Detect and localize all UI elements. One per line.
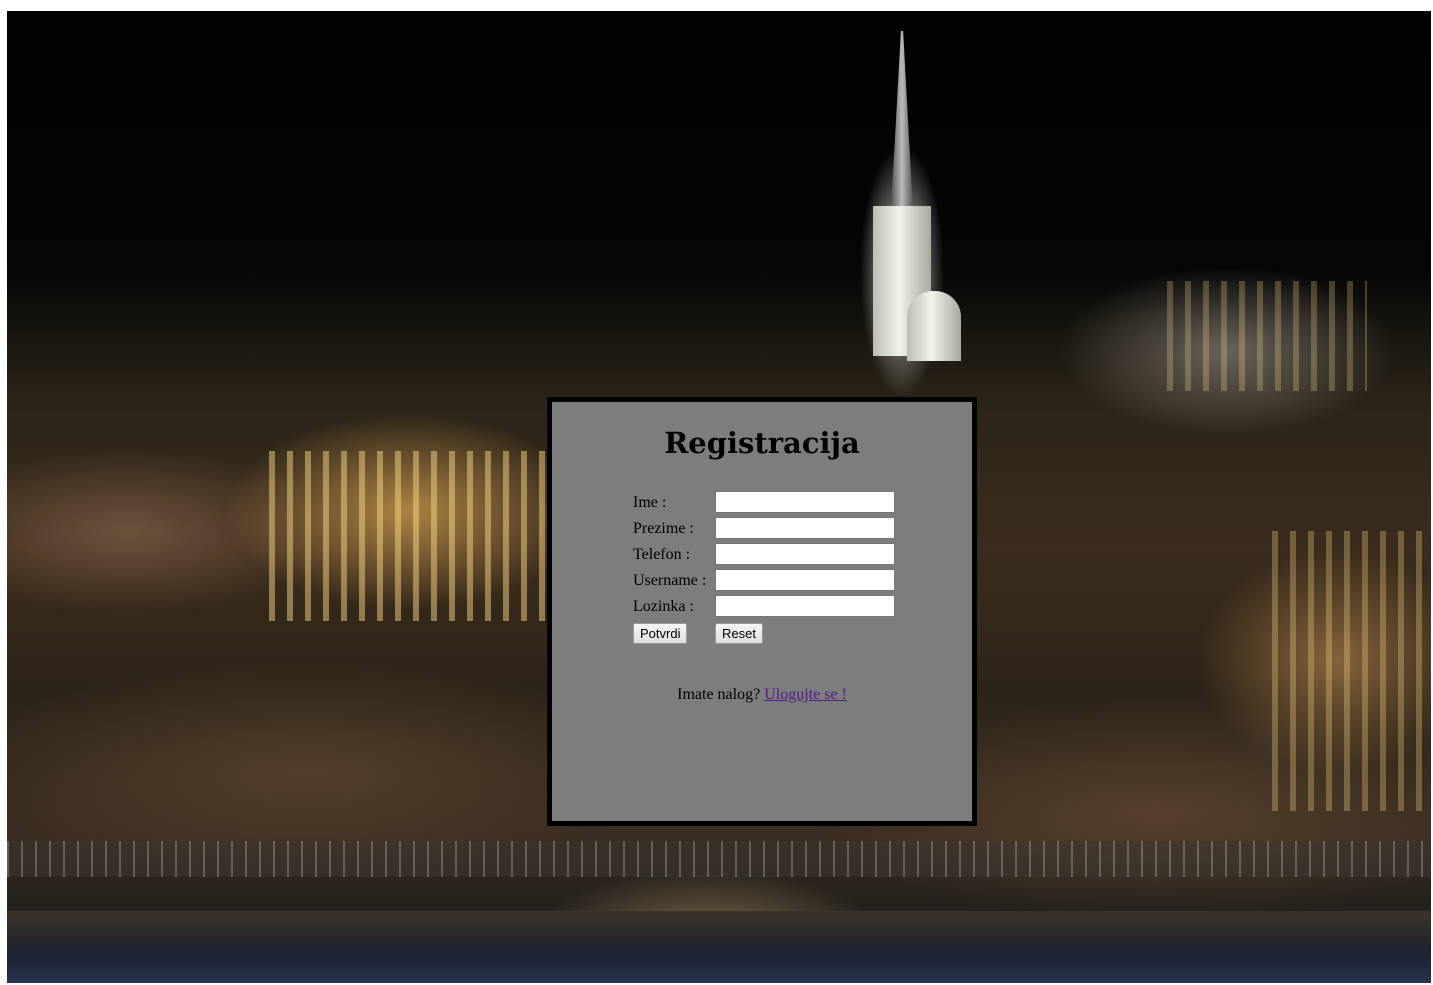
username-input[interactable] xyxy=(715,569,895,591)
prezime-input[interactable] xyxy=(715,517,895,539)
riverside-railing xyxy=(7,841,1431,877)
lozinka-input[interactable] xyxy=(715,595,895,617)
lozinka-label: Lozinka : xyxy=(633,598,694,615)
river-water xyxy=(7,911,1431,983)
church-dome xyxy=(907,291,961,361)
ime-input[interactable] xyxy=(715,491,895,513)
page-title: Registracija xyxy=(664,426,860,460)
ime-label: Ime : xyxy=(633,494,667,511)
reset-button[interactable]: Reset xyxy=(715,623,763,644)
telefon-label: Telefon : xyxy=(633,546,691,563)
church-spire xyxy=(891,31,913,211)
login-prompt: Imate nalog? Ulogujte se ! xyxy=(552,686,972,704)
prezime-label: Prezime : xyxy=(633,520,694,537)
right-building-windows xyxy=(1272,531,1422,811)
potvrdi-button[interactable]: Potvrdi xyxy=(633,623,688,644)
telefon-input[interactable] xyxy=(715,543,895,565)
upper-right-building-windows xyxy=(1167,281,1367,391)
registration-panel: Registracija Ime : Prezime : Telefon : U… xyxy=(547,397,977,826)
username-label: Username : xyxy=(633,572,707,589)
lit-building-windows xyxy=(269,451,549,621)
login-prompt-text: Imate nalog? xyxy=(677,686,761,703)
login-link[interactable]: Ulogujte se ! xyxy=(764,686,847,703)
